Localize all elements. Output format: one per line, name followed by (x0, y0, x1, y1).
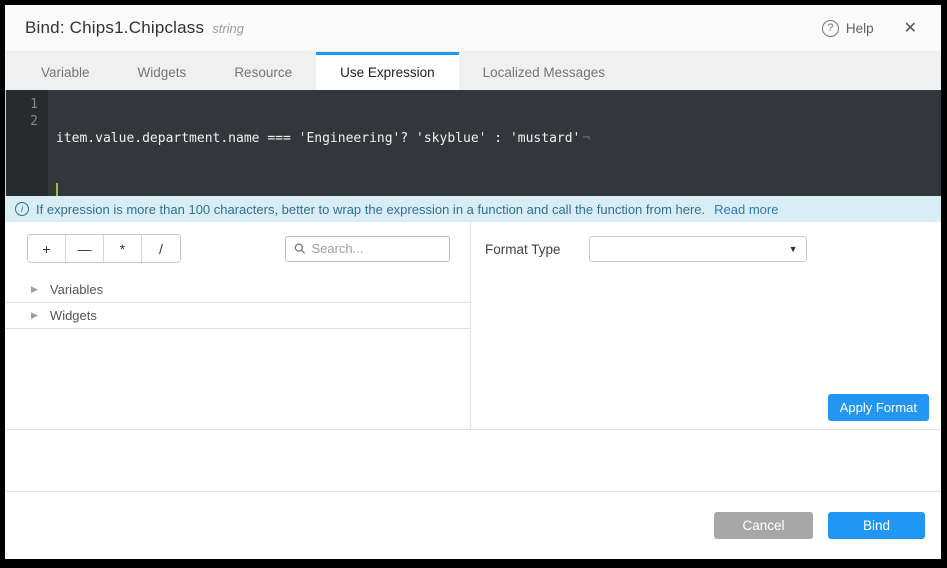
search-field[interactable] (285, 236, 450, 262)
tree-item-label: Variables (50, 282, 103, 297)
help-button[interactable]: ? Help (822, 20, 874, 37)
info-message: If expression is more than 100 character… (36, 202, 705, 217)
search-icon (294, 242, 305, 255)
main-area: + — * / ▶ Variables ▶ (5, 222, 941, 430)
plus-operator-button[interactable]: + (28, 235, 66, 262)
tab-use-expression[interactable]: Use Expression (316, 52, 459, 90)
divide-operator-button[interactable]: / (142, 235, 180, 262)
operator-button-group: + — * / (27, 234, 181, 263)
help-label: Help (846, 21, 874, 36)
info-bar: i If expression is more than 100 charact… (5, 196, 941, 222)
chevron-right-icon: ▶ (31, 310, 38, 321)
text-cursor (56, 183, 58, 196)
code-line-1: item.value.department.name === 'Engineer… (56, 130, 941, 147)
multiply-operator-button[interactable]: * (104, 235, 142, 262)
bind-dialog: Bind: Chips1.Chipclass string ? Help ✕ V… (5, 5, 941, 559)
search-input[interactable] (311, 241, 441, 256)
line-number: 2 (6, 113, 38, 130)
empty-section (5, 430, 941, 492)
editor-line-number-gutter: 1 2 (6, 90, 48, 196)
dialog-footer: Cancel Bind (5, 492, 941, 559)
expression-code-editor[interactable]: 1 2 item.value.department.name === 'Engi… (5, 90, 941, 196)
close-icon[interactable]: ✕ (900, 16, 921, 40)
format-panel: Format Type ▼ Apply Format (471, 222, 941, 429)
tab-variable[interactable]: Variable (17, 52, 114, 90)
tab-resource[interactable]: Resource (210, 52, 316, 90)
expression-helpers-panel: + — * / ▶ Variables ▶ (5, 222, 471, 429)
minus-operator-button[interactable]: — (66, 235, 104, 262)
format-type-label: Format Type (485, 242, 561, 257)
apply-format-button[interactable]: Apply Format (828, 394, 929, 421)
cancel-button[interactable]: Cancel (714, 512, 813, 539)
tab-bar: Variable Widgets Resource Use Expression… (5, 52, 941, 90)
dialog-header: Bind: Chips1.Chipclass string ? Help ✕ (5, 5, 941, 52)
tree-item-label: Widgets (50, 308, 97, 323)
editor-code-area[interactable]: item.value.department.name === 'Engineer… (48, 90, 941, 196)
format-type-dropdown[interactable]: ▼ (589, 236, 807, 262)
bindings-tree: ▶ Variables ▶ Widgets (5, 277, 470, 329)
eol-marker: ¬ (582, 131, 590, 146)
dialog-title: Bind: Chips1.Chipclass (25, 18, 204, 38)
tab-localized-messages[interactable]: Localized Messages (459, 52, 629, 90)
dropdown-arrow-icon: ▼ (789, 244, 798, 254)
read-more-link[interactable]: Read more (714, 202, 778, 217)
line-number: 1 (6, 96, 38, 113)
bind-button[interactable]: Bind (828, 512, 925, 539)
info-icon: i (15, 202, 29, 216)
chevron-right-icon: ▶ (31, 284, 38, 295)
tree-item-widgets[interactable]: ▶ Widgets (5, 303, 470, 329)
tree-item-variables[interactable]: ▶ Variables (5, 277, 470, 303)
tab-widgets[interactable]: Widgets (114, 52, 211, 90)
help-icon: ? (822, 20, 839, 37)
bound-type-label: string (212, 21, 244, 36)
